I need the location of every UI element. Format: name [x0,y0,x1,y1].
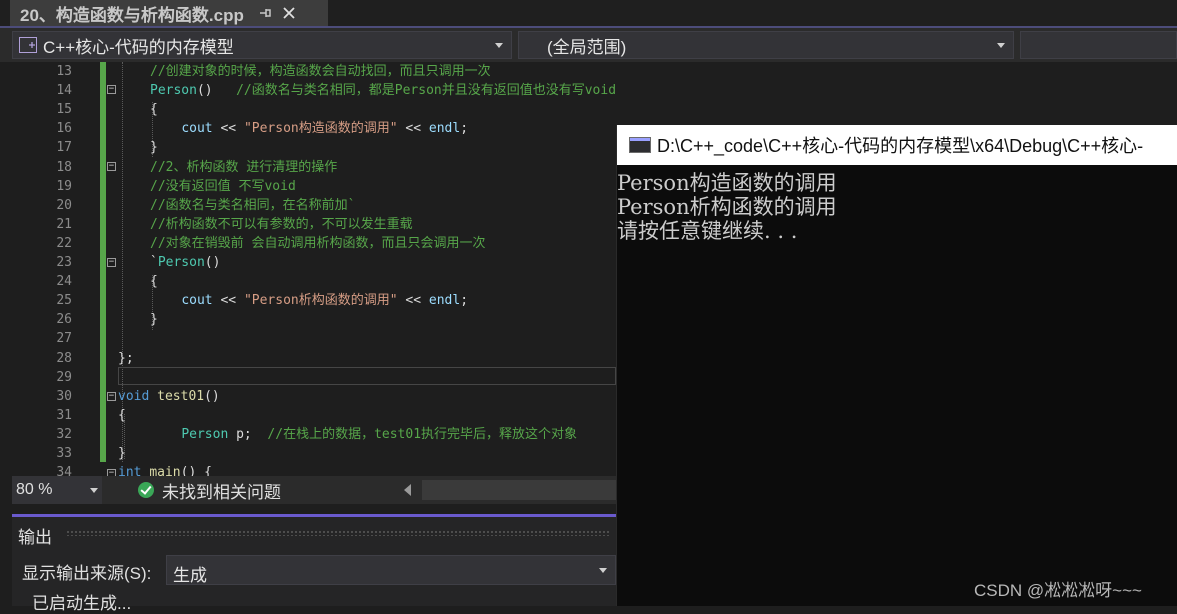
code-line: cout << "Person构造函数的调用" << endl; [181,121,469,136]
code-line: Person p; //在栈上的数据，test01执行完毕后，释放这个对象 [181,427,578,442]
scroll-left-icon[interactable] [404,484,411,496]
line-number: 34 [56,465,72,476]
watermark: CSDN @凇凇凇呀~~~ [974,581,1142,600]
line-number: 18 [56,160,72,175]
line-number: 20 [56,198,72,213]
navigation-bar: C++核心-代码的内存模型 (全局范围) [0,26,1177,62]
line-number: 21 [56,217,72,232]
console-output-line: 请按任意键继续. . . [617,219,798,243]
project-dropdown[interactable]: C++核心-代码的内存模型 [12,31,512,59]
chevron-down-icon[interactable] [997,43,1005,48]
line-number: 24 [56,274,72,289]
console-window[interactable]: D:\C++_code\C++核心-代码的内存模型\x64\Debug\C++核… [616,125,1177,606]
code-line: //对象在销毁前 会自动调用析构函数，而且只会调用一次 [150,236,486,251]
zoom-level: 80 % [16,481,53,498]
chevron-down-icon[interactable] [495,43,503,48]
line-number: 13 [56,64,72,79]
current-line-highlight [118,367,616,385]
project-icon [19,37,37,53]
tab-title: 20、构造函数与析构函数.cpp [20,5,244,25]
collapse-icon[interactable]: − [107,85,116,94]
check-circle-icon [138,482,154,498]
code-line: //析构函数不可以有参数的，不可以发生重载 [150,217,413,232]
line-number: 27 [56,331,72,346]
line-number: 23 [56,255,72,270]
line-number: 14 [56,83,72,98]
code-line: //2、析构函数 进行清理的操作 [150,160,338,175]
horizontal-scrollbar[interactable] [422,480,616,500]
panel-drag-grip[interactable] [66,530,611,536]
close-icon[interactable] [282,6,296,20]
code-line: //创建对象的时候，构造函数会自动找回，而且只调用一次 [150,64,491,79]
output-panel-title: 输出 [18,528,52,547]
document-tab[interactable]: 20、构造函数与析构函数.cpp [10,0,328,26]
code-line: }; [118,351,134,366]
line-number: 31 [56,408,72,423]
project-name: C++核心-代码的内存模型 [43,37,234,57]
line-number: 25 [56,293,72,308]
tab-strip: 20、构造函数与析构函数.cpp [0,0,1177,26]
collapse-icon[interactable]: − [107,469,116,476]
pin-icon[interactable] [258,6,272,20]
code-line: } [150,312,158,327]
code-line: //没有返回值 不写void [150,179,296,194]
scope-name: (全局范围) [547,37,627,57]
code-line: Person() //函数名与类名相同，都是Person并且没有返回值也没有写v… [150,83,616,98]
code-line: { [150,102,158,117]
issues-indicator[interactable]: 未找到相关问题 [138,476,281,504]
code-line: { [150,274,158,289]
console-app-icon [629,137,651,153]
code-line: { [118,408,126,423]
console-title-bar[interactable]: D:\C++_code\C++核心-代码的内存模型\x64\Debug\C++核… [617,125,1177,165]
code-line: int main() { [118,465,212,476]
line-number: 17 [56,140,72,155]
chevron-down-icon[interactable] [599,568,607,573]
line-number: 30 [56,389,72,404]
code-line: } [150,140,158,155]
zoom-dropdown[interactable]: 80 % [12,476,102,504]
code-line: cout << "Person析构函数的调用" << endl; [181,293,469,308]
line-number: 19 [56,179,72,194]
line-number: 33 [56,446,72,461]
code-line: `Person() [150,255,221,270]
line-number: 32 [56,427,72,442]
change-tracking-bar [100,62,106,462]
chevron-down-icon[interactable] [90,488,98,493]
console-title: D:\C++_code\C++核心-代码的内存模型\x64\Debug\C++核… [657,136,1144,156]
code-line: void test01() [118,389,220,404]
line-number: 15 [56,102,72,117]
code-editor[interactable]: − − − − − 13 14 15 16 17 18 19 20 21 22 … [12,62,616,476]
output-source-value: 生成 [173,566,207,585]
line-number: 28 [56,351,72,366]
collapse-icon[interactable]: − [107,162,116,171]
line-number: 29 [56,370,72,385]
output-source-label: 显示输出来源(S): [22,564,152,583]
editor-status-bar: 80 % 未找到相关问题 [12,476,616,504]
code-line: //函数名与类名相同，在名称前加` [150,198,356,213]
collapse-icon[interactable]: − [107,392,116,401]
output-panel: 输出 显示输出来源(S): 生成 已启动生成... [12,514,616,613]
collapse-icon[interactable]: − [107,258,116,267]
member-dropdown[interactable] [1020,31,1177,59]
line-number: 26 [56,312,72,327]
line-number: 22 [56,236,72,251]
output-source-select[interactable]: 生成 [166,555,616,585]
output-text-line: 已启动生成... [32,594,132,613]
scope-dropdown[interactable]: (全局范围) [518,31,1014,59]
issues-label: 未找到相关问题 [162,482,281,502]
code-line: } [118,446,126,461]
line-number: 16 [56,121,72,136]
